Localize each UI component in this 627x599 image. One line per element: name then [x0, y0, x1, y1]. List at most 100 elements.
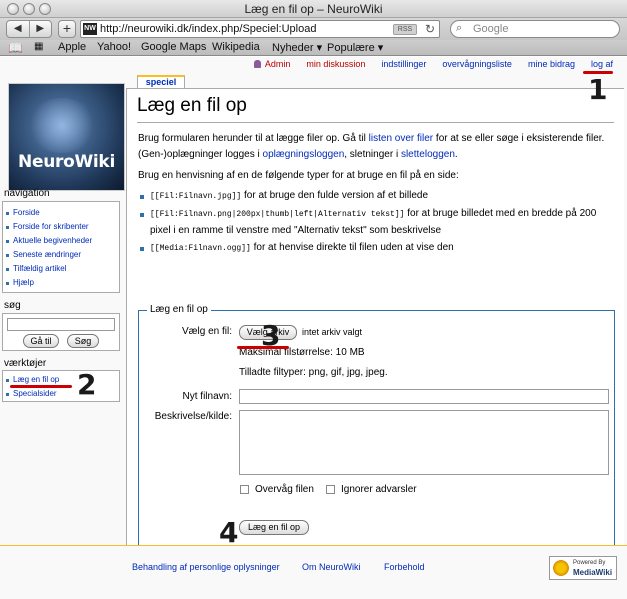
browser-search-input[interactable]: ⌕ Google — [450, 20, 620, 38]
navigation-title: navigation — [4, 188, 50, 199]
mediawiki-flower-icon — [553, 560, 569, 576]
upload-submit-button[interactable]: Læg en fil op — [239, 520, 309, 535]
bookmark-google-maps[interactable]: Google Maps — [141, 41, 206, 53]
personal-toolbar: Admin min diskussion indstillinger overv… — [253, 59, 613, 69]
tab-special-label[interactable]: speciel — [146, 77, 177, 87]
site-logo[interactable]: NeuroWiki — [8, 83, 125, 191]
page-title: Læg en fil op — [137, 95, 247, 116]
list-item: [[Fil:Filnavn.png|200px|thumb|left|Alter… — [138, 206, 613, 239]
upload-log-link[interactable]: oplægningsloggen — [263, 149, 345, 160]
usage-paragraph: Brug en henvisning af en de følgende typ… — [138, 170, 459, 181]
allowed-file-types-text: Tilladte filtyper: png, gif, jpg, jpeg. — [239, 367, 388, 378]
upload-legend: Læg en fil op — [147, 304, 211, 315]
add-bookmark-button[interactable]: + — [58, 20, 76, 38]
code-example: [[Fil:Filnavn.png|200px|thumb|left|Alter… — [150, 210, 405, 219]
wiki-search-input[interactable] — [7, 318, 115, 331]
deletion-log-link[interactable]: sletteloggen — [401, 149, 455, 160]
address-bar[interactable]: NW http://neurowiki.dk/index.php/Speciel… — [80, 20, 440, 38]
preferences-link[interactable]: indstillinger — [381, 59, 426, 69]
sidebar-item-seneste[interactable]: Seneste ændringer — [5, 250, 81, 259]
url-text[interactable]: http://neurowiki.dk/index.php/Speciel:Up… — [100, 23, 316, 35]
new-filename-label: Nyt filnavn: — [182, 391, 232, 402]
search-button[interactable]: Søg — [67, 334, 99, 348]
annotation-number-1: 1 — [588, 73, 608, 106]
usage-list: [[Fil:Filnavn.jpg]] for at bruge den ful… — [138, 188, 613, 258]
code-example: [[Fil:Filnavn.jpg]] — [150, 192, 242, 201]
logo-text: NeuroWiki — [18, 152, 115, 172]
refresh-icon[interactable]: ↻ — [425, 22, 435, 36]
sidebar-item-special-pages[interactable]: Specialsider — [6, 389, 57, 398]
watchlist-link[interactable]: overvågningsliste — [442, 59, 512, 69]
intro-text-d: . — [454, 149, 458, 160]
rss-icon[interactable]: RSS — [393, 24, 417, 35]
list-item: [[Fil:Filnavn.jpg]] for at bruge den ful… — [138, 188, 613, 205]
bookmark-populaere-menu[interactable]: Populære ▾ — [327, 41, 383, 54]
ignore-warnings-label[interactable]: Ignorer advarsler — [341, 484, 417, 495]
description-textarea[interactable] — [239, 410, 609, 475]
intro-text-a: Brug formularen herunder til at lægge fi… — [138, 133, 369, 144]
choose-file-label: Vælg en fil: — [181, 326, 232, 337]
my-talk-link[interactable]: min diskussion — [306, 59, 365, 69]
sidebar-item-upload-file[interactable]: Læg en fil op — [5, 375, 59, 384]
annotation-underline-2 — [10, 385, 72, 388]
user-icon — [253, 60, 261, 68]
sidebar-item-hjaelp[interactable]: Hjælp — [6, 278, 34, 287]
browser-toolbar: ◀ ▶ + NW http://neurowiki.dk/index.php/S… — [0, 18, 627, 40]
watch-file-label[interactable]: Overvåg filen — [255, 484, 314, 495]
title-divider — [137, 122, 614, 123]
annotation-number-2: 2 — [77, 368, 97, 401]
annotation-underline-3 — [237, 346, 289, 349]
bookmark-yahoo[interactable]: Yahoo! — [97, 41, 131, 53]
about-link[interactable]: Om NeuroWiki — [302, 562, 361, 572]
brain-glow — [27, 98, 97, 153]
privacy-link[interactable]: Behandling af personlige oplysninger — [132, 562, 280, 572]
new-filename-input[interactable] — [239, 389, 609, 404]
search-portlet: Gå til Søg — [2, 313, 120, 351]
sidebar-item-tilfaeldig[interactable]: Tilfældig artikel — [6, 264, 67, 273]
window-titlebar: Læg en fil op – NeuroWiki — [0, 0, 627, 18]
logout-link[interactable]: log af — [591, 59, 613, 69]
list-item-text: for at henvise direkte til filen uden at… — [250, 242, 454, 253]
code-example: [[Media:Filnavn.ogg]] — [150, 244, 251, 253]
search-title: søg — [4, 300, 21, 311]
nav-buttons: ◀ ▶ — [6, 20, 52, 38]
bookmark-nyheder-menu[interactable]: Nyheder ▾ — [272, 41, 322, 54]
intro-paragraph: Brug formularen herunder til at lægge fi… — [138, 131, 613, 163]
forward-button[interactable]: ▶ — [30, 21, 52, 37]
file-list-link[interactable]: listen over filer — [369, 133, 433, 144]
bookmarks-book-icon[interactable]: 📖 — [8, 41, 23, 55]
tools-title: værktøjer — [4, 358, 47, 369]
no-file-chosen-text: intet arkiv valgt — [302, 327, 363, 337]
bookmark-apple[interactable]: Apple — [58, 41, 86, 53]
go-button[interactable]: Gå til — [23, 334, 59, 348]
page-footer: Behandling af personlige oplysninger Om … — [0, 545, 627, 599]
powered-by-mediawiki-badge[interactable]: Powered By MediaWiki — [549, 556, 617, 580]
top-sites-grid-icon[interactable]: ▦ — [34, 41, 44, 52]
disclaimer-link[interactable]: Forbehold — [384, 562, 425, 572]
description-label: Beskrivelse/kilde: — [154, 411, 232, 422]
sidebar-item-forside-skribenter[interactable]: Forside for skribenter — [6, 222, 89, 231]
sidebar-item-forside[interactable]: Forside — [6, 208, 40, 217]
ignore-warnings-checkbox[interactable] — [326, 485, 335, 494]
upload-fieldset: Læg en fil op Vælg en fil: Vælg arkiv in… — [138, 304, 615, 551]
intro-text-c: , sletninger i — [344, 149, 401, 160]
search-icon: ⌕ — [456, 22, 463, 34]
site-favicon-icon: NW — [83, 23, 97, 35]
search-placeholder: Google — [473, 23, 509, 35]
navigation-portlet: Forside Forside for skribenter Aktuelle … — [2, 201, 120, 293]
my-contributions-link[interactable]: mine bidrag — [528, 59, 575, 69]
wiki-page: Admin min diskussion indstillinger overv… — [0, 57, 627, 599]
mediawiki-text: MediaWiki — [573, 568, 613, 577]
list-item-text: for at bruge den fulde version af et bil… — [241, 190, 429, 201]
back-button[interactable]: ◀ — [7, 21, 30, 37]
list-item: [[Media:Filnavn.ogg]] for at henvise dir… — [138, 240, 613, 257]
watch-file-checkbox[interactable] — [240, 485, 249, 494]
powered-by-text: Powered By — [573, 560, 606, 566]
annotation-underline-1 — [583, 71, 613, 74]
main-content: Læg en fil op Brug formularen herunder t… — [126, 88, 624, 562]
user-link[interactable]: Admin — [265, 59, 291, 69]
bookmark-wikipedia[interactable]: Wikipedia — [212, 41, 260, 53]
sidebar-item-aktuelle[interactable]: Aktuelle begivenheder — [5, 236, 92, 245]
tab-special[interactable]: speciel — [137, 75, 185, 89]
bookmarks-bar: 📖 ▦ Apple Yahoo! Google Maps Wikipedia N… — [0, 40, 627, 56]
